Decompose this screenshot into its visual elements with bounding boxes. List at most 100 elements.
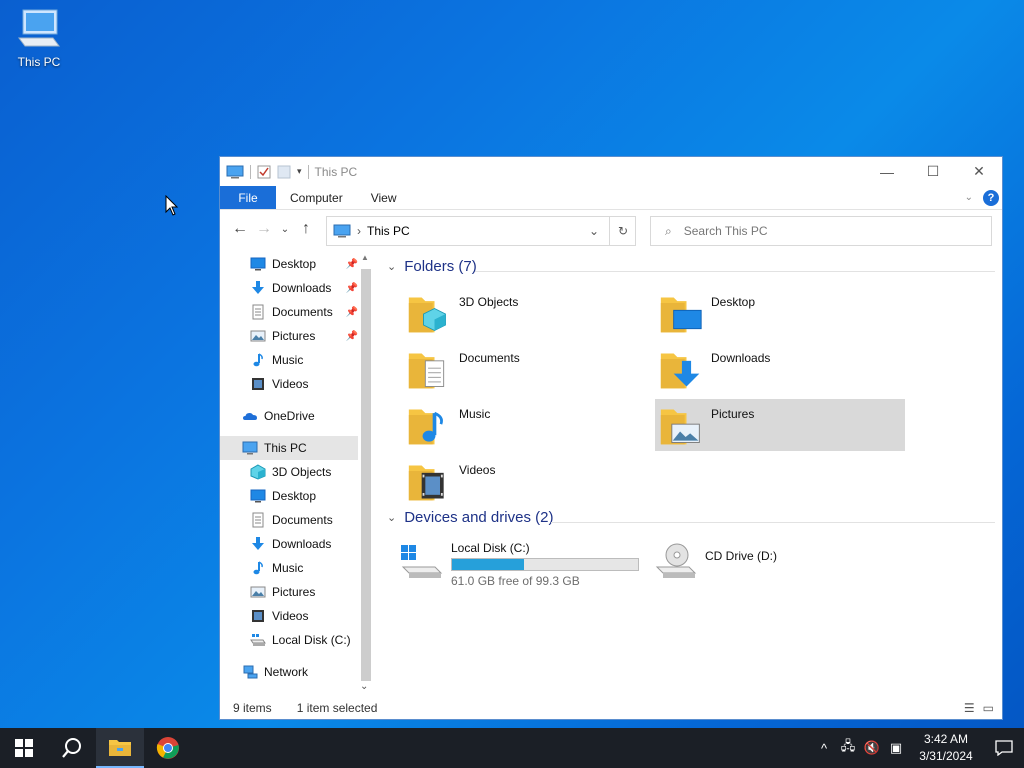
downloads-icon — [252, 537, 264, 550]
address-bar[interactable]: › This PC ⌄ — [326, 216, 636, 246]
network-icon[interactable]: 🖧 — [836, 737, 860, 759]
drive-local-disk-c[interactable]: Local Disk (C:) 61.0 GB free of 99.3 GB — [399, 541, 639, 588]
volume-muted-icon[interactable]: 🔇 — [860, 740, 884, 756]
folder-label: Downloads — [711, 351, 771, 365]
tab-file[interactable]: File — [220, 186, 276, 209]
nav-pc-item[interactable]: Documents — [250, 509, 358, 531]
folder-tile[interactable]: Music — [403, 399, 653, 451]
desktop-icon — [250, 257, 266, 271]
drive-c-free-space: 61.0 GB free of 99.3 GB — [451, 574, 580, 588]
nav-quick-documents[interactable]: Documents 📌 — [250, 301, 358, 323]
nav-item-label: Music — [272, 561, 304, 575]
cd-drive-icon — [655, 543, 697, 578]
show-hidden-icons-icon[interactable]: ^ — [812, 741, 836, 756]
scroll-thumb[interactable] — [361, 269, 371, 681]
folder-tile[interactable]: Desktop — [655, 287, 905, 339]
folder-icon — [660, 297, 702, 333]
properties-icon[interactable] — [257, 165, 271, 179]
file-explorer-window: ▾ This PC — ☐ ✕ File Computer View ⌄ ? ←… — [219, 156, 1003, 720]
nav-quick-videos[interactable]: Videos — [250, 373, 358, 395]
search-button[interactable] — [48, 728, 96, 768]
close-button[interactable]: ✕ — [956, 157, 1002, 186]
clock-time: 3:42 AM — [923, 732, 969, 746]
nav-pc-item[interactable]: Desktop — [250, 485, 358, 507]
scroll-down-icon[interactable]: ⌄ — [360, 681, 368, 692]
drives-header-label: Devices and drives (2) — [404, 509, 554, 526]
details-view-icon[interactable]: ☰ — [964, 701, 975, 715]
collapse-chevron-icon[interactable]: ⌄ — [387, 511, 396, 524]
nav-pc-item[interactable]: Pictures — [250, 581, 358, 603]
onedrive-icon — [243, 413, 257, 420]
nav-quick-downloads[interactable]: Downloads 📌 — [250, 277, 358, 299]
nav-quick-desktop[interactable]: Desktop 📌 — [250, 253, 358, 275]
ribbon-tabs: File Computer View ⌄ ? — [220, 186, 1002, 210]
file-explorer-taskbar-button[interactable] — [96, 728, 144, 768]
display-icon[interactable]: ▣ — [884, 740, 908, 756]
network-icon — [243, 665, 258, 679]
disk-icon — [401, 545, 443, 578]
nav-item-label: Documents — [272, 513, 333, 527]
nav-quick-music[interactable]: Music — [250, 349, 358, 371]
nav-item-label: This PC — [264, 441, 307, 455]
breadcrumb-chevron-icon[interactable]: › — [357, 224, 361, 238]
nav-pc-item[interactable]: Downloads — [250, 533, 358, 555]
help-icon[interactable]: ? — [983, 189, 999, 206]
folder-tile[interactable]: Documents — [403, 343, 653, 395]
forward-button[interactable]: → — [252, 217, 276, 241]
folder-icon — [408, 465, 444, 501]
back-button[interactable]: ← — [228, 217, 252, 241]
tab-computer[interactable]: Computer — [276, 186, 357, 209]
nav-scrollbar[interactable]: ▲ ⌄ — [357, 251, 374, 697]
quick-access-dropdown-icon[interactable]: ▾ — [297, 166, 302, 177]
nav-item-label: OneDrive — [264, 409, 315, 423]
nav-pc-item[interactable]: 3D Objects — [250, 461, 358, 483]
folder-tile[interactable]: Downloads — [655, 343, 905, 395]
drives-divider — [551, 522, 995, 523]
drives-section-header[interactable]: ⌄ Devices and drives (2) — [387, 509, 553, 526]
nav-pc-item[interactable]: Music — [250, 557, 358, 579]
notifications-button[interactable] — [984, 740, 1024, 756]
clock[interactable]: 3:42 AM 3/31/2024 — [908, 731, 984, 765]
start-button[interactable] — [0, 728, 48, 768]
nav-pc-item[interactable]: Videos — [250, 605, 358, 627]
folder-tile[interactable]: Videos — [403, 455, 653, 507]
breadcrumb-this-pc[interactable]: This PC — [367, 224, 410, 238]
folders-section-header[interactable]: ⌄ Folders (7) — [387, 258, 477, 275]
folder-label: Music — [459, 407, 491, 421]
expand-ribbon-icon[interactable]: ⌄ — [965, 192, 973, 203]
up-button[interactable]: ↑ — [294, 217, 318, 241]
folder-label: Pictures — [711, 407, 755, 421]
navigation-pane: Desktop 📌 Downloads 📌 Documents 📌 Pictures 📌 Mus… — [220, 251, 374, 697]
tab-view[interactable]: View — [357, 186, 411, 209]
collapse-chevron-icon[interactable]: ⌄ — [387, 260, 396, 273]
nav-pc-item[interactable]: Local Disk (C:) — [250, 629, 358, 651]
chrome-taskbar-button[interactable] — [144, 728, 192, 768]
new-folder-icon[interactable] — [277, 165, 291, 179]
nav-this-pc[interactable]: This PC — [220, 436, 358, 460]
nav-onedrive[interactable]: OneDrive — [242, 405, 358, 427]
folder-icon — [660, 353, 700, 389]
folder-tile[interactable]: 3D Objects — [403, 287, 653, 339]
nav-item-label: Desktop — [272, 489, 317, 503]
minimize-button[interactable]: — — [864, 157, 910, 186]
large-icons-view-icon[interactable]: ▭ — [983, 701, 994, 715]
nav-network[interactable]: Network — [242, 661, 358, 683]
mouse-cursor-icon — [165, 194, 179, 220]
nav-quick-pictures[interactable]: Pictures 📌 — [250, 325, 358, 347]
nav-item-label: Documents — [272, 305, 333, 319]
search-icon: ⌕ — [665, 223, 672, 238]
desktop-icon-this-pc[interactable]: This PC — [10, 8, 68, 69]
folder-icon — [109, 740, 131, 756]
maximize-button[interactable]: ☐ — [910, 157, 956, 186]
refresh-button[interactable]: ↻ — [609, 217, 636, 245]
search-input[interactable]: ⌕ Search This PC — [650, 216, 992, 246]
item-count: 9 items — [233, 701, 272, 715]
scroll-up-icon[interactable]: ▲ — [361, 253, 369, 262]
address-dropdown-icon[interactable]: ⌄ — [583, 224, 605, 238]
folder-tile[interactable]: Pictures — [655, 399, 905, 451]
pictures-icon — [250, 586, 266, 598]
drive-cd-d[interactable]: CD Drive (D:) — [653, 543, 777, 583]
folder-icon — [408, 409, 443, 445]
recent-locations-button[interactable]: ⌄ — [276, 217, 294, 241]
notification-icon — [995, 740, 1013, 756]
